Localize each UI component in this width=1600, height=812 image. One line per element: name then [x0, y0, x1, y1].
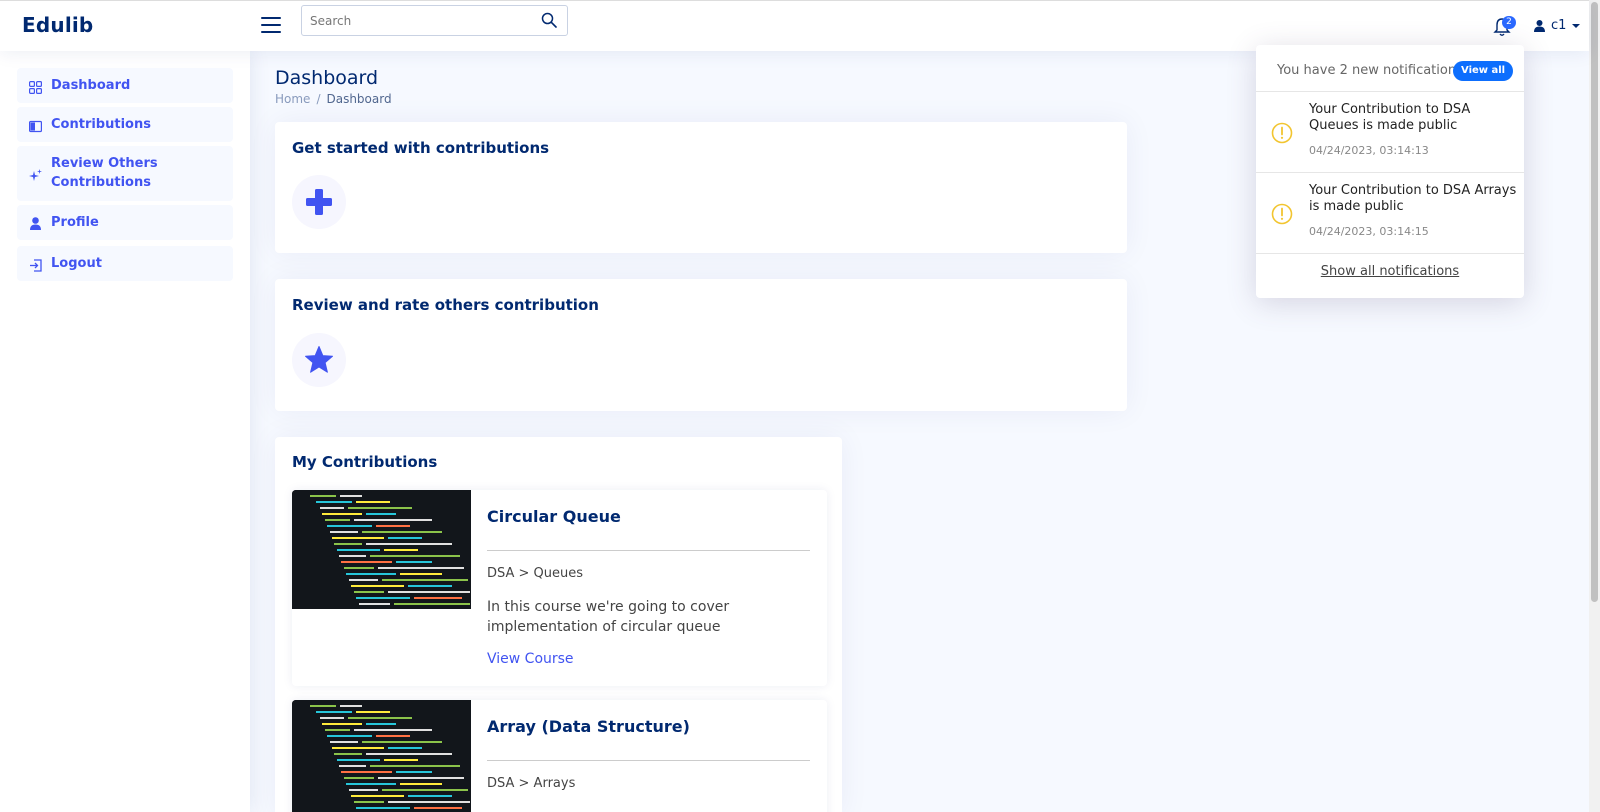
- course-thumbnail-image: [292, 700, 471, 812]
- notifications-header: You have 2 new notifications: [1277, 63, 1463, 78]
- grid-icon: [29, 79, 43, 95]
- divider: [1256, 253, 1524, 254]
- hamburger-menu-icon[interactable]: [261, 17, 281, 35]
- user-name: c1: [1551, 18, 1567, 33]
- person-icon: [1534, 19, 1545, 32]
- divider: [487, 760, 810, 761]
- course-title[interactable]: Circular Queue: [487, 507, 621, 526]
- book-icon: [29, 118, 43, 133]
- chevron-down-icon: [1572, 23, 1581, 28]
- add-contribution-button[interactable]: [292, 175, 346, 229]
- sidebar-item-label: Logout: [51, 256, 102, 271]
- show-all-notifications-link[interactable]: Show all notifications: [1256, 264, 1524, 279]
- page-title: Dashboard: [275, 67, 379, 89]
- sidebar: Dashboard Contributions Review Others Co…: [0, 51, 250, 812]
- sidebar-item-dashboard[interactable]: Dashboard: [17, 68, 233, 103]
- sidebar-item-label: Contributions: [51, 117, 151, 132]
- scrollbar-thumb[interactable]: [1591, 2, 1598, 602]
- sidebar-item-label: Dashboard: [51, 78, 131, 93]
- review-contributions-button[interactable]: [292, 333, 346, 387]
- my-contributions-card: My Contributions Circular Queue DSA > Qu…: [275, 437, 842, 812]
- search-bar: [301, 5, 568, 36]
- search-icon[interactable]: [541, 12, 559, 30]
- sidebar-item-contributions[interactable]: Contributions: [17, 107, 233, 142]
- card-title: Get started with contributions: [292, 139, 550, 157]
- course-path: DSA > Queues: [487, 566, 584, 581]
- sidebar-item-profile[interactable]: Profile: [17, 205, 233, 240]
- notification-time: 04/24/2023, 03:14:15: [1309, 225, 1429, 238]
- sidebar-item-review-others[interactable]: Review Others Contributions: [17, 146, 233, 201]
- sidebar-item-label: Review Others Contributions: [51, 156, 158, 190]
- page-scrollbar[interactable]: [1589, 0, 1600, 812]
- notification-time: 04/24/2023, 03:14:13: [1309, 144, 1429, 157]
- course-card-circular-queue: Circular Queue DSA > Queues In this cour…: [292, 490, 827, 686]
- notification-item[interactable]: Your Contribution to DSA Arrays is made …: [1256, 173, 1524, 253]
- course-title[interactable]: Array (Data Structure): [487, 717, 690, 736]
- breadcrumb-separator: /: [316, 92, 321, 106]
- notifications-dropdown: You have 2 new notifications View all Yo…: [1256, 45, 1524, 298]
- sidebar-item-logout[interactable]: Logout: [17, 246, 233, 281]
- person-icon: [29, 215, 42, 230]
- get-started-card: Get started with contributions: [275, 122, 1127, 253]
- breadcrumb: Home / Dashboard: [275, 92, 392, 106]
- card-title: Review and rate others contribution: [292, 296, 599, 314]
- notification-item[interactable]: Your Contribution to DSA Queues is made …: [1256, 92, 1524, 172]
- sparkle-icon: [29, 167, 42, 181]
- card-title: My Contributions: [292, 453, 438, 471]
- course-card-array: Array (Data Structure) DSA > Arrays: [292, 700, 827, 812]
- notification-badge: 2: [1502, 16, 1516, 29]
- user-menu[interactable]: c1: [1534, 18, 1581, 33]
- divider: [487, 550, 810, 551]
- warning-icon: [1271, 122, 1293, 144]
- review-card: Review and rate others contribution: [275, 279, 1127, 411]
- top-header: Edulib 2 c1: [0, 0, 1589, 51]
- warning-icon: [1271, 203, 1293, 225]
- view-all-button[interactable]: View all: [1453, 61, 1514, 81]
- plus-icon: [306, 189, 332, 215]
- view-course-link[interactable]: View Course: [487, 651, 574, 667]
- star-icon: [305, 346, 333, 373]
- notification-text: Your Contribution to DSA Queues is made …: [1309, 102, 1471, 133]
- notification-text: Your Contribution to DSA Arrays is made …: [1309, 183, 1517, 214]
- course-path: DSA > Arrays: [487, 776, 576, 791]
- breadcrumb-current: Dashboard: [326, 92, 392, 106]
- app-logo[interactable]: Edulib: [22, 13, 93, 37]
- sidebar-item-label: Profile: [51, 215, 99, 230]
- course-description: In this course we're going to cover impl…: [487, 599, 730, 635]
- logout-icon: [29, 257, 42, 272]
- search-input[interactable]: [302, 6, 537, 35]
- course-thumbnail-image: [292, 490, 471, 609]
- breadcrumb-home-link[interactable]: Home: [275, 92, 310, 106]
